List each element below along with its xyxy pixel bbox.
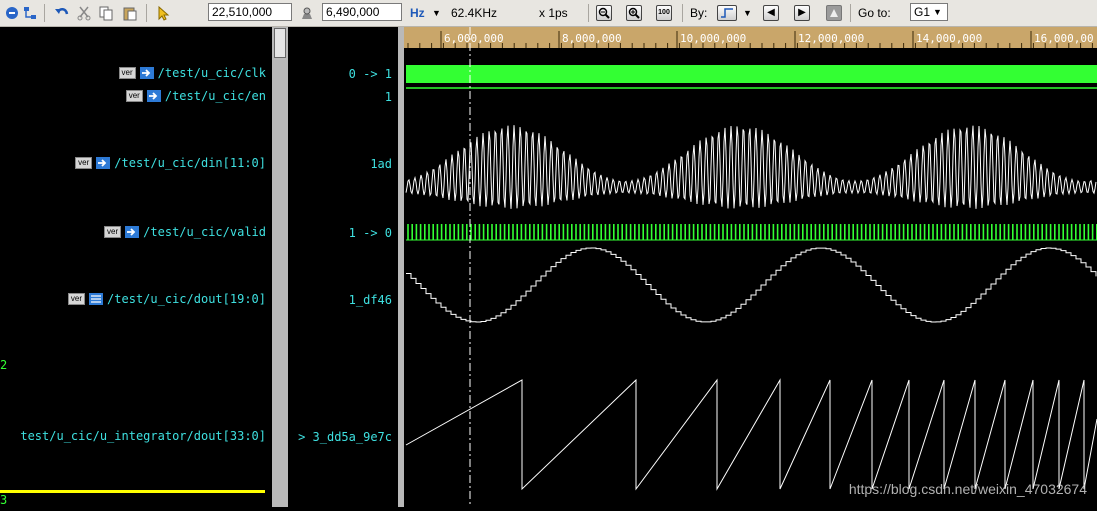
signal-value: 0 -> 1 bbox=[348, 67, 392, 81]
search-forward-icon[interactable]: ▶ bbox=[794, 3, 810, 22]
signal-name: /test/u_cic/clk bbox=[157, 66, 266, 80]
signal-name: /test/u_cic/en bbox=[164, 89, 266, 103]
ruler-tick-label: 12,000,000 bbox=[798, 32, 864, 45]
scrollbar-thumb[interactable] bbox=[274, 28, 286, 58]
bus-output-icon bbox=[89, 292, 104, 306]
vertical-scrollbar[interactable] bbox=[272, 27, 288, 507]
signal-name: test/u_cic/u_integrator/dout[33:0] bbox=[20, 429, 266, 443]
signal-name: /test/u_cic/valid bbox=[143, 225, 266, 239]
input-port-icon bbox=[139, 66, 154, 80]
cut-icon[interactable] bbox=[74, 3, 94, 22]
goto-label: Go to: bbox=[858, 5, 891, 20]
signal-value: 1ad bbox=[370, 157, 392, 171]
ruler-tick-label: 16,000,00 bbox=[1034, 32, 1094, 45]
marker-time-field[interactable]: 6,490,000 bbox=[322, 3, 402, 21]
verilog-badge: ver bbox=[104, 226, 122, 238]
signal-row-din[interactable]: ver /test/u_cic/din[11:0] bbox=[75, 155, 266, 171]
clk-waveform bbox=[406, 65, 1097, 83]
input-port-icon bbox=[146, 89, 161, 103]
signal-value-panel: 0 -> 1 1 1ad 1 -> 0 1_df46 > 3_dd5a_9e7c bbox=[288, 27, 398, 507]
rising-edge-icon[interactable] bbox=[717, 3, 737, 22]
zoom-100-icon[interactable]: 100 bbox=[656, 3, 672, 22]
toolbar: 22,510,000 6,490,000 Hz ▼ 62.4KHz x 1ps … bbox=[0, 0, 1097, 27]
selection-highlight-bar bbox=[0, 490, 265, 493]
zoom-in-icon[interactable] bbox=[626, 3, 642, 22]
undo-icon[interactable] bbox=[52, 3, 72, 22]
clipped-row-label: 3 bbox=[0, 493, 8, 507]
integrator-waveform bbox=[405, 378, 1097, 491]
watermark: https://blog.csdn.net/weixin_47032674 bbox=[848, 481, 1087, 497]
ruler-tick-label: 14,000,000 bbox=[916, 32, 982, 45]
marker-icon[interactable] bbox=[297, 3, 317, 22]
hierarchy-icon[interactable] bbox=[20, 3, 40, 22]
ruler-tick-label: 6,000,000 bbox=[444, 32, 504, 45]
signal-row-valid[interactable]: ver /test/u_cic/valid bbox=[104, 224, 266, 240]
waveform-panel[interactable]: 6,000,000 8,000,000 10,000,000 12,000,000 14… bbox=[404, 27, 1097, 507]
signal-row-integrator-dout[interactable]: test/u_cic/u_integrator/dout[33:0] bbox=[20, 428, 266, 444]
signal-name: /test/u_cic/din[11:0] bbox=[114, 156, 266, 170]
search-by-label: By: bbox=[690, 5, 708, 20]
verilog-badge: ver bbox=[118, 67, 136, 79]
valid-waveform bbox=[407, 224, 1097, 240]
signal-name-panel: ver /test/u_cic/clk ver /test/u_cic/en v… bbox=[0, 27, 272, 507]
signal-value: > 3_dd5a_9e7c bbox=[298, 430, 392, 444]
dout-waveform bbox=[406, 247, 1097, 323]
copy-icon[interactable] bbox=[96, 3, 116, 22]
signal-value: 1 bbox=[384, 90, 392, 104]
edge-type-dropdown-icon[interactable]: ▼ bbox=[743, 3, 752, 22]
bookmark-icon[interactable] bbox=[826, 3, 842, 22]
signal-value: 1 -> 0 bbox=[348, 226, 392, 240]
zoom-out-icon[interactable] bbox=[596, 3, 612, 22]
verilog-badge: ver bbox=[125, 90, 143, 102]
time-unit-label: x 1ps bbox=[539, 5, 568, 20]
verilog-badge: ver bbox=[67, 293, 86, 305]
ruler-tick-label: 8,000,000 bbox=[562, 32, 622, 45]
goto-select[interactable]: G1 ▼ bbox=[910, 3, 948, 21]
goto-select-value: G1 bbox=[914, 5, 931, 19]
verilog-badge: ver bbox=[75, 157, 93, 169]
input-port-icon bbox=[125, 225, 140, 239]
waveform-canvas[interactable]: 6,000,000 8,000,000 10,000,000 12,000,000 14… bbox=[404, 27, 1097, 507]
input-port-icon bbox=[96, 156, 111, 170]
clipped-row-label: 2 bbox=[0, 358, 8, 372]
select-cursor-icon[interactable] bbox=[152, 3, 172, 22]
cursor-time-field[interactable]: 22,510,000 bbox=[208, 3, 292, 21]
zoom-fit-icon[interactable] bbox=[2, 3, 22, 22]
ruler-tick-label: 10,000,000 bbox=[680, 32, 746, 45]
signal-row-en[interactable]: ver /test/u_cic/en bbox=[125, 88, 266, 104]
signal-row-clk[interactable]: ver /test/u_cic/clk bbox=[118, 65, 266, 81]
search-backward-icon[interactable]: ◀ bbox=[763, 3, 779, 22]
frequency-unit-dropdown-icon[interactable]: ▼ bbox=[432, 3, 441, 22]
signal-name: /test/u_cic/dout[19:0] bbox=[107, 292, 266, 306]
signal-row-dout[interactable]: ver /test/u_cic/dout[19:0] bbox=[67, 291, 266, 307]
frequency-unit-selector[interactable]: Hz bbox=[410, 3, 425, 22]
signal-value: 1_df46 bbox=[348, 293, 392, 307]
frequency-readout: 62.4KHz bbox=[451, 5, 498, 20]
goto-dropdown-icon[interactable]: ▼ bbox=[933, 4, 942, 20]
din-waveform bbox=[405, 125, 1097, 209]
paste-icon[interactable] bbox=[120, 3, 140, 22]
